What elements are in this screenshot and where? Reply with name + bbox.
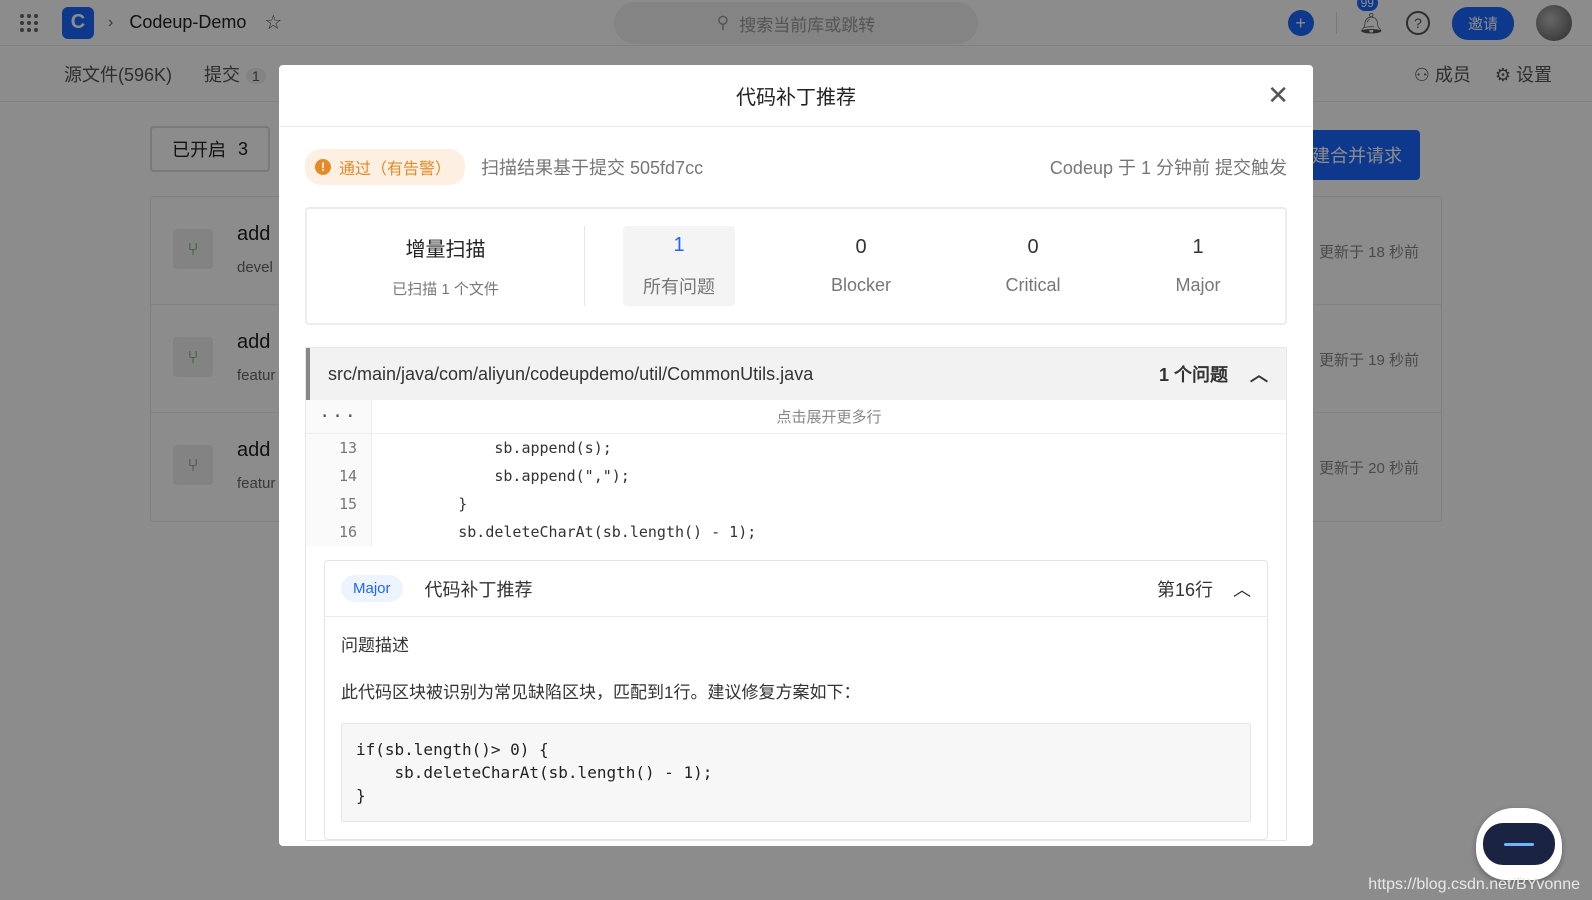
expand-lines-row[interactable]: ··· 点击展开更多行 bbox=[306, 400, 1286, 434]
file-path: src/main/java/com/aliyun/codeupdemo/util… bbox=[328, 363, 814, 384]
file-diff: src/main/java/com/aliyun/codeupdemo/util… bbox=[305, 347, 1287, 841]
incremental-scan-subtitle: 已扫描 1 个文件 bbox=[392, 281, 499, 298]
stat-value: 0 bbox=[855, 236, 867, 258]
status-badge: ! 通过（有告警） bbox=[305, 149, 466, 185]
watermark: https://blog.csdn.net/BYvonne bbox=[1368, 876, 1580, 893]
code-line: 14 sb.append(","); bbox=[306, 462, 1286, 490]
incremental-scan-title: 增量扫描 bbox=[405, 239, 486, 261]
warning-icon: ! bbox=[315, 159, 331, 175]
code-view: ··· 点击展开更多行 13 sb.append(s); 14 sb.appen… bbox=[306, 400, 1286, 546]
scan-stats: 增量扫描 已扫描 1 个文件 1 所有问题 0 Blocker 0 Critic… bbox=[305, 207, 1287, 325]
code-line: 16 sb.deleteCharAt(sb.length() - 1); bbox=[306, 518, 1286, 546]
expand-lines-text: 点击展开更多行 bbox=[776, 409, 882, 426]
chevron-up-icon[interactable]: ︿ bbox=[1233, 576, 1251, 602]
stat-value: 1 bbox=[673, 233, 685, 256]
stat-value: 0 bbox=[1027, 236, 1039, 258]
code-text: sb.append(s); bbox=[386, 439, 612, 457]
line-number: 14 bbox=[306, 462, 372, 490]
stat-blocker[interactable]: 0 Blocker bbox=[805, 226, 917, 306]
patch-recommendation-modal: 代码补丁推荐 ✕ ! 通过（有告警） 扫描结果基于提交 505fd7cc Cod… bbox=[279, 65, 1313, 846]
line-number: 13 bbox=[306, 434, 372, 462]
severity-badge: Major bbox=[341, 575, 403, 602]
stat-value: 1 bbox=[1192, 236, 1204, 258]
stat-label: 所有问题 bbox=[643, 276, 715, 297]
scan-basis: 扫描结果基于提交 505fd7cc bbox=[481, 158, 704, 178]
chevron-up-icon[interactable]: ︿ bbox=[1250, 361, 1268, 387]
issue-line: 第16行 bbox=[1156, 579, 1213, 600]
issue-description: 此代码区块被识别为常见缺陷区块，匹配到1行。建议修复方案如下： bbox=[341, 683, 861, 702]
stat-label: Critical bbox=[1005, 275, 1061, 295]
code-line: 15 } bbox=[306, 490, 1286, 518]
status-badge-label: 通过（有告警） bbox=[339, 161, 452, 178]
modal-body: ! 通过（有告警） 扫描结果基于提交 505fd7cc Codeup 于 1 分… bbox=[279, 127, 1313, 841]
issue-header[interactable]: Major 代码补丁推荐 第16行 ︿ bbox=[325, 561, 1267, 617]
scan-trigger: Codeup 于 1 分钟前 提交触发 bbox=[1049, 158, 1287, 178]
incremental-scan: 增量扫描 已扫描 1 个文件 bbox=[307, 226, 585, 306]
stat-label: Major bbox=[1175, 275, 1221, 295]
issue-body: 问题描述 此代码区块被识别为常见缺陷区块，匹配到1行。建议修复方案如下： if(… bbox=[325, 617, 1267, 836]
line-number: 15 bbox=[306, 490, 372, 518]
code-text: } bbox=[386, 495, 468, 513]
modal-header: 代码补丁推荐 ✕ bbox=[279, 65, 1313, 127]
scan-status-bar: ! 通过（有告警） 扫描结果基于提交 505fd7cc Codeup 于 1 分… bbox=[305, 127, 1287, 207]
assistant-chat-button[interactable] bbox=[1476, 808, 1562, 880]
file-issue-count: 1 个问题 bbox=[1158, 365, 1228, 385]
code-text: sb.append(","); bbox=[386, 467, 630, 485]
file-header[interactable]: src/main/java/com/aliyun/codeupdemo/util… bbox=[306, 348, 1286, 400]
line-number: 16 bbox=[306, 518, 372, 546]
chat-bot-icon bbox=[1483, 823, 1555, 865]
modal-title: 代码补丁推荐 bbox=[736, 87, 856, 109]
issue-card: Major 代码补丁推荐 第16行 ︿ 问题描述 此代码区块被识别为常见缺陷区块… bbox=[324, 560, 1268, 840]
fix-code-block: if(sb.length()> 0) { sb.deleteCharAt(sb.… bbox=[341, 723, 1251, 822]
issue-description-heading: 问题描述 bbox=[341, 636, 409, 655]
close-icon[interactable]: ✕ bbox=[1267, 81, 1289, 109]
expand-dots-icon: ··· bbox=[306, 400, 372, 433]
code-line: 13 sb.append(s); bbox=[306, 434, 1286, 462]
stat-critical[interactable]: 0 Critical bbox=[977, 226, 1089, 306]
code-text: sb.deleteCharAt(sb.length() - 1); bbox=[386, 523, 757, 541]
stat-major[interactable]: 1 Major bbox=[1142, 226, 1254, 306]
stat-all-issues[interactable]: 1 所有问题 bbox=[623, 226, 735, 306]
issue-title: 代码补丁推荐 bbox=[424, 579, 533, 600]
stat-label: Blocker bbox=[830, 275, 892, 295]
